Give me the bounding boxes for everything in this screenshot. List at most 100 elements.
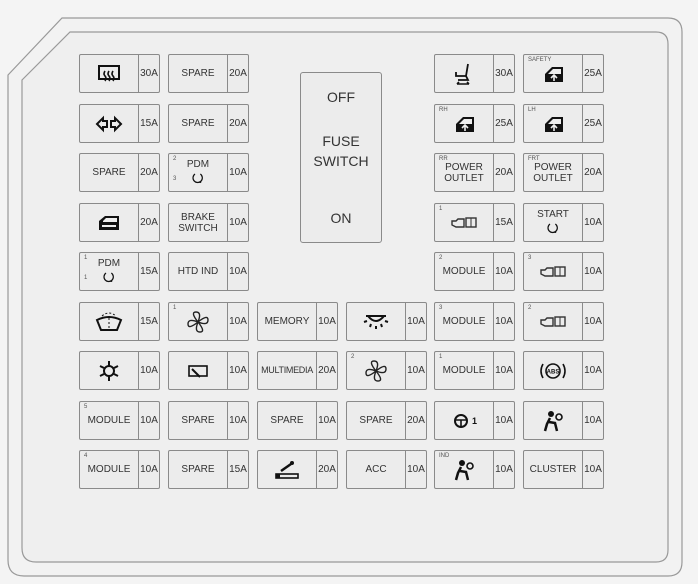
fuse-amperage: 20A [405,402,426,439]
fuse-tag: 3 [439,305,443,311]
fuse-tag: 3 [528,255,532,261]
fuse-amperage: 10A [493,253,514,290]
fuse-slot[interactable]: 30A [434,54,515,93]
fuse-slot[interactable]: 1 MODULE 10A [434,351,515,390]
fuse-slot[interactable]: 2 3 PDM 10A [168,153,249,192]
turn-signal-icon [93,112,125,136]
fuse-amperage: 10A [227,253,248,290]
fuse-slot[interactable]: 10A [523,401,604,440]
engine-module-icon [448,211,480,235]
fuse-amperage: 10A [227,352,248,389]
fuse-slot[interactable]: HTD IND 10A [168,252,249,291]
fuse-amperage: 20A [227,55,248,92]
fuse-slot[interactable]: SPARE 15A [168,450,249,489]
fuse-slot[interactable]: 3 10A [523,252,604,291]
fuse-slot[interactable]: FRT POWER OUTLET 20A [523,153,604,192]
switch-title-line2: SWITCH [313,153,369,169]
fuse-slot[interactable]: 1 10A [168,302,249,341]
airbag-icon [448,458,480,482]
fuse-slot[interactable]: 10A [168,351,249,390]
fuse-amperage: 10A [138,352,159,389]
fuse-amperage: 20A [582,154,603,191]
fuse-label-text: BRAKE [181,211,215,223]
fuse-slot[interactable]: 15A [79,104,160,143]
fuse-label-text: MODULE [442,316,486,327]
fuse-slot[interactable]: 10A [79,351,160,390]
fuse-slot[interactable]: 4 MODULE 10A [79,450,160,489]
fuse-slot[interactable]: MEMORY 10A [257,302,338,341]
fuse-label: 2 MODULE [435,253,493,290]
fuse-slot[interactable]: 30A [79,54,160,93]
fuse-label-text: CLUSTER [529,464,577,475]
fuse-slot[interactable]: 3 MODULE 10A [434,302,515,341]
fuse-amperage: 10A [582,402,603,439]
fuse-amperage: 20A [493,154,514,191]
fuse-slot[interactable]: 10A [346,302,427,341]
fuse-label-text: PDM [186,159,210,170]
fuse-amperage: 20A [316,352,337,389]
fuse-slot[interactable]: LH 25A [523,104,604,143]
fuse-slot[interactable]: 2 10A [346,351,427,390]
fuse-tag: 1 [84,255,88,261]
fuse-tag: RR [439,156,448,162]
fuse-slot[interactable]: SPARE 20A [168,104,249,143]
fuse-slot[interactable]: RR POWER OUTLET 20A [434,153,515,192]
fuse-label-text: SPARE [92,167,126,178]
fuse-label-text: START [537,209,569,220]
blower-fan-icon [182,310,214,334]
fuse-switch[interactable]: OFF FUSE SWITCH ON [300,72,382,243]
fuse-label-text: SPARE [181,68,215,79]
fuse-label-text: MODULE [442,266,486,277]
fuse-label: 1 [169,303,227,340]
fuse-label [80,204,138,241]
fuse-slot[interactable]: SPARE 10A [257,401,338,440]
fuse-slot[interactable]: 1 10A [434,401,515,440]
fuse-slot[interactable]: MULTIMEDIA 20A [257,351,338,390]
fuse-label: SPARE [169,402,227,439]
fuse-slot[interactable]: SPARE 10A [168,401,249,440]
fuse-label-text: SPARE [270,415,304,426]
fuse-amperage: 10A [138,451,159,488]
fuse-amperage: 10A [227,402,248,439]
fuse-amperage: 25A [493,105,514,142]
fuse-label-text: OUTLET [444,172,484,184]
fuse-label: FRT POWER OUTLET [524,154,582,191]
fuse-slot[interactable]: SAFETY 25A [523,54,604,93]
fuse-slot[interactable]: RH 25A [434,104,515,143]
fuse-tag: 4 [84,453,88,459]
fuse-label [80,105,138,142]
fuse-label [169,352,227,389]
power-window-icon [537,62,569,86]
mirror-heater-icon [182,359,214,383]
fuse-slot[interactable]: IND 10A [434,450,515,489]
fuse-slot[interactable]: BRAKE SWITCH 10A [168,203,249,242]
fuse-amperage: 20A [227,105,248,142]
fuse-slot[interactable]: CLUSTER 10A [523,450,604,489]
fuse-label: 1 1 PDM [80,253,138,290]
fuse-label: LH [524,105,582,142]
fuse-amperage: 10A [493,451,514,488]
fuse-slot[interactable]: 20A [257,450,338,489]
fuse-amperage: 15A [138,105,159,142]
fuse-slot[interactable]: SPARE 20A [168,54,249,93]
fuse-slot[interactable]: START 10A [523,203,604,242]
fuse-slot[interactable]: ABS 10A [523,351,604,390]
fuse-slot[interactable]: 1 15A [434,203,515,242]
fuse-slot[interactable]: ACC 10A [346,450,427,489]
fuse-slot[interactable]: 2 MODULE 10A [434,252,515,291]
airbag-icon [537,409,569,433]
fuse-amperage: 30A [138,55,159,92]
switch-title: FUSE SWITCH [301,131,381,171]
fuse-slot[interactable]: 5 MODULE 10A [79,401,160,440]
fuse-label-text: OUTLET [533,172,573,184]
fuse-label: 2 [524,303,582,340]
fuse-slot[interactable]: 20A [79,203,160,242]
fuse-label-text: MODULE [87,415,131,426]
fuse-slot[interactable]: 1 1 PDM 15A [79,252,160,291]
fuse-label-text: MEMORY [264,316,310,327]
fuse-slot[interactable]: 2 10A [523,302,604,341]
fuse-slot[interactable]: 15A [79,302,160,341]
ignition-icon [187,170,208,186]
fuse-slot[interactable]: SPARE 20A [79,153,160,192]
fuse-slot[interactable]: SPARE 20A [346,401,427,440]
